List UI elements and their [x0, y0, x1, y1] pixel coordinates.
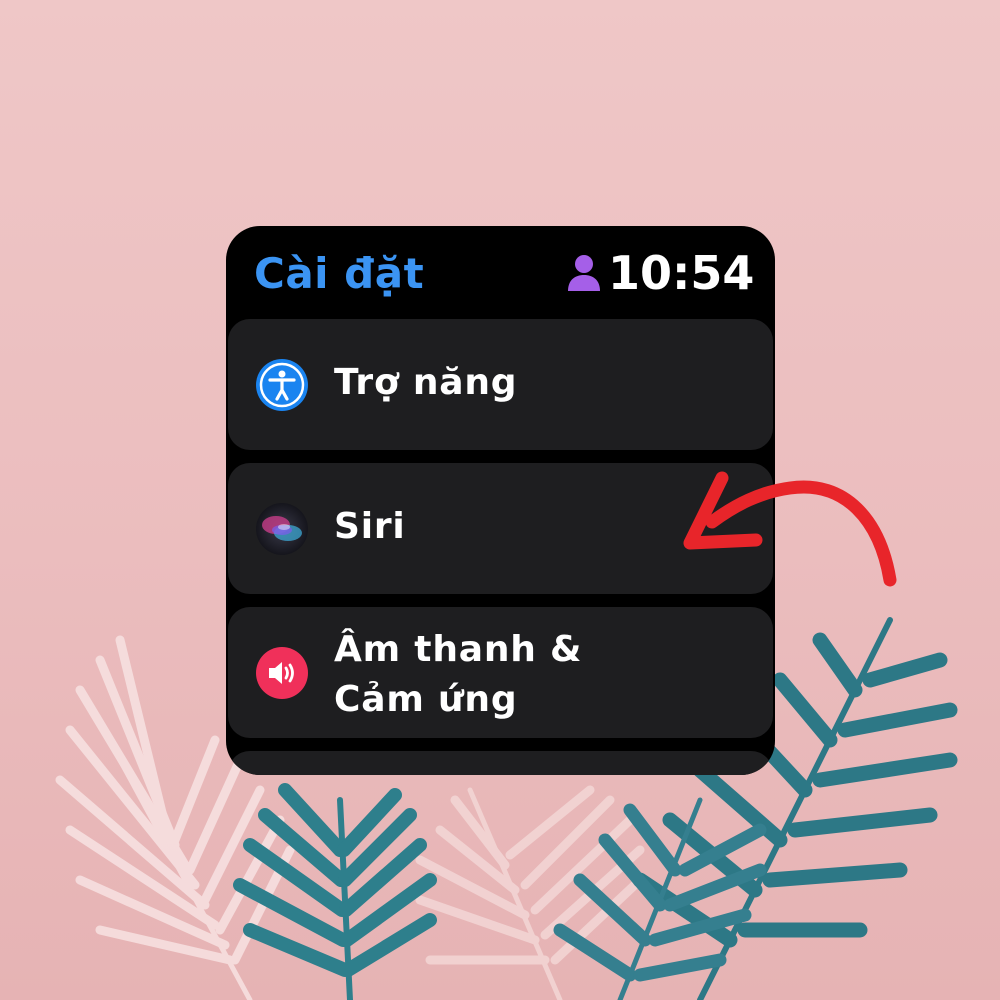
- accessibility-icon: [256, 359, 308, 411]
- siri-icon: [256, 503, 308, 555]
- menu-item-label: Siri: [334, 506, 406, 547]
- teal-frond-left: [233, 783, 437, 1000]
- menu-item-accessibility[interactable]: Trợ năng: [228, 319, 773, 450]
- menu-item-sounds-haptics[interactable]: Âm thanh & Cảm ứng: [228, 607, 773, 738]
- menu-item-siri[interactable]: Siri: [228, 463, 773, 594]
- status-bar: Cài đặt 10:54: [226, 226, 775, 316]
- page-background: Cài đặt 10:54 Trợ năng Siri Âm thanh & C…: [0, 0, 1000, 1000]
- speaker-icon: [256, 647, 308, 699]
- person-icon: [568, 255, 600, 291]
- menu-item-label-line1: Âm thanh &: [334, 629, 583, 670]
- clock-time: 10:54: [608, 246, 755, 300]
- pink-frond-middle: [415, 785, 645, 1000]
- page-title[interactable]: Cài đặt: [254, 246, 424, 302]
- menu-item-label: Trợ năng: [334, 362, 518, 403]
- watch-screen: Cài đặt 10:54 Trợ năng Siri Âm thanh & C…: [226, 226, 775, 775]
- menu-item-partial[interactable]: [228, 751, 773, 775]
- menu-item-label-line2: Cảm ứng: [334, 679, 518, 720]
